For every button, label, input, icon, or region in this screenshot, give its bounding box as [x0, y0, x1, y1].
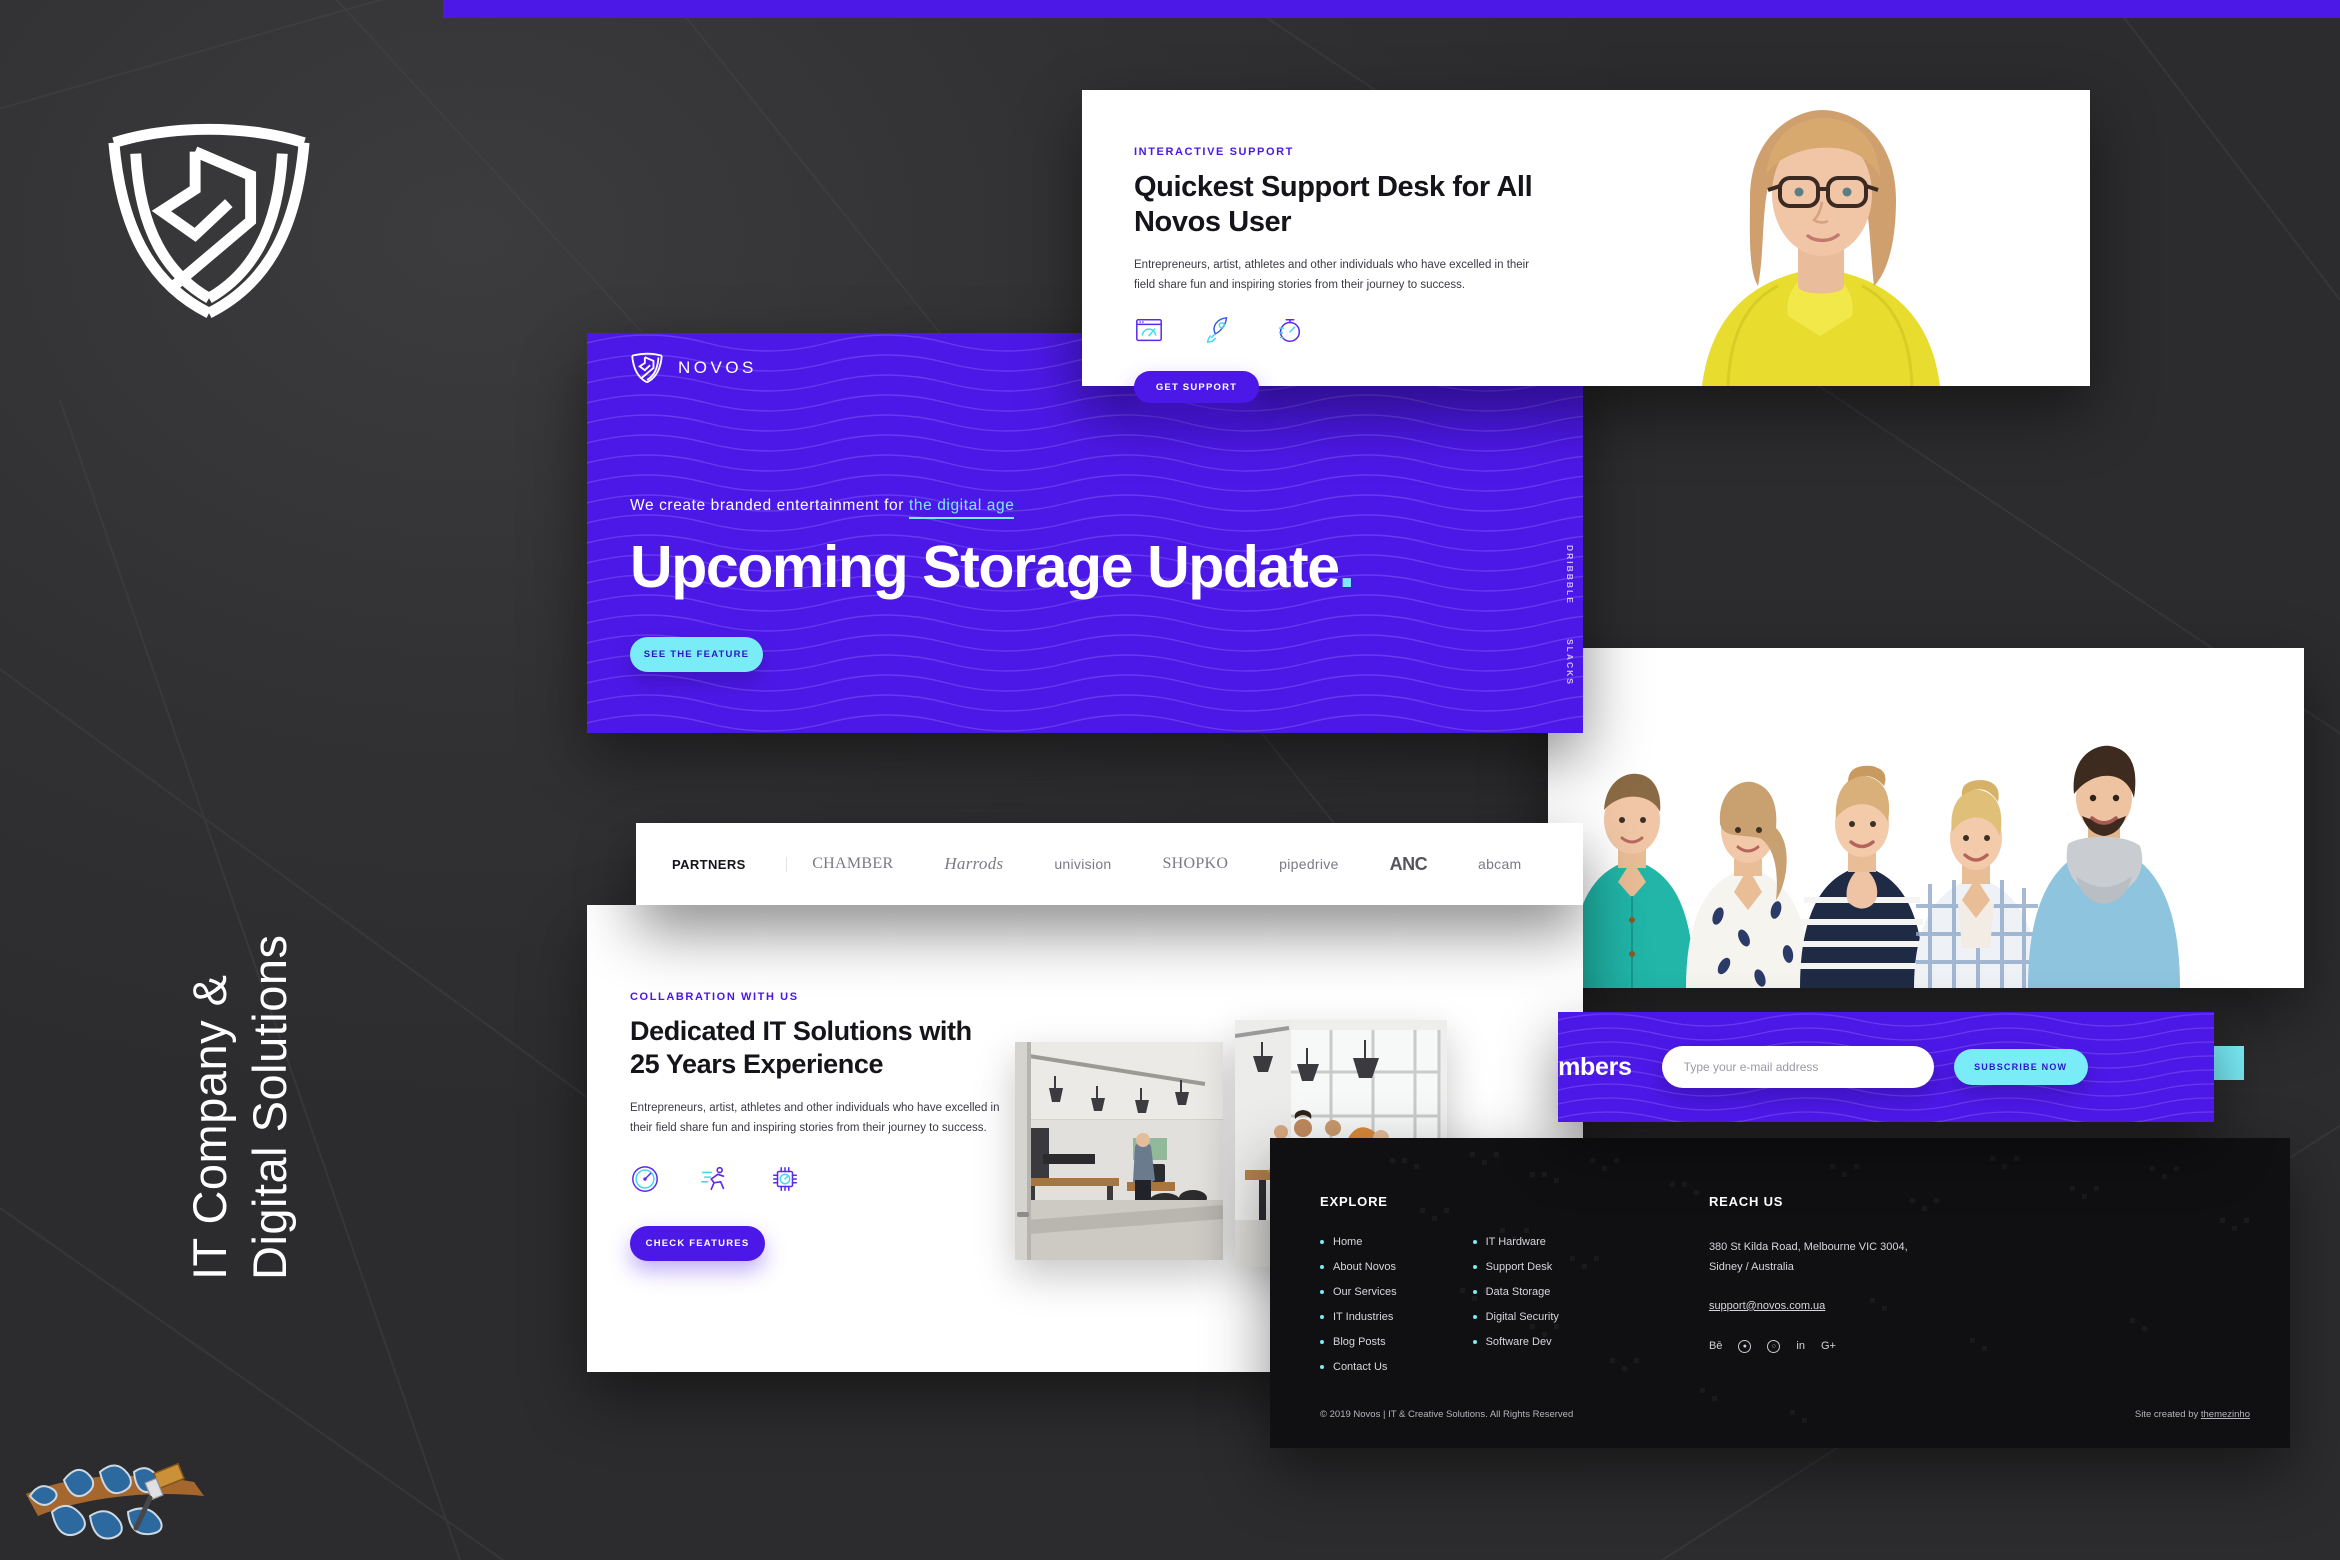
footer-link-blog-posts[interactable]: Blog Posts: [1320, 1337, 1397, 1348]
footer-link-contact-us[interactable]: Contact Us: [1320, 1362, 1397, 1373]
partner-logo-chamber[interactable]: CHAMBER: [812, 855, 893, 873]
hero-headline-dot: .: [1338, 534, 1355, 600]
social-link-dribbble[interactable]: DRIBBBLE: [1565, 545, 1575, 605]
gauge-icon[interactable]: [630, 1164, 660, 1194]
support-card-text: INTERACTIVE SUPPORT Quickest Support Des…: [1082, 90, 1552, 403]
partner-logo-shopko[interactable]: SHOPKO: [1162, 855, 1228, 873]
stopwatch-icon[interactable]: [1274, 315, 1304, 345]
see-the-feature-button[interactable]: SEE THE FEATURE: [630, 636, 763, 672]
support-eyebrow: INTERACTIVE SUPPORT: [1134, 146, 1294, 158]
footer-email-link[interactable]: support@novos.com.ua: [1709, 1300, 1825, 1312]
collaboration-icon-row: [630, 1164, 1007, 1194]
footer-bottom-bar: © 2019 Novos | IT & Creative Solutions. …: [1320, 1409, 2250, 1420]
googleplus-icon[interactable]: G+: [1821, 1340, 1836, 1352]
footer-social-row: Bē ● ○ in G+: [1709, 1339, 1908, 1353]
support-desk-card: INTERACTIVE SUPPORT Quickest Support Des…: [1082, 90, 2090, 403]
footer-credit-prefix: Site created by: [2134, 1409, 2201, 1420]
get-support-button[interactable]: GET SUPPORT: [1134, 371, 1259, 403]
support-paragraph: Entrepreneurs, artist, athletes and othe…: [1134, 258, 1530, 291]
partner-logo-abcam[interactable]: abcam: [1478, 856, 1522, 872]
footer-link-software-dev[interactable]: Software Dev: [1472, 1337, 1559, 1348]
newsletter-title: Members: [1558, 1052, 1632, 1081]
footer-reach-title: REACH US: [1708, 1194, 1784, 1209]
footer-link-digital-security[interactable]: Digital Security: [1472, 1312, 1559, 1323]
title-line-1: IT Company &: [182, 974, 236, 1280]
partner-logo-harrods[interactable]: Harrods: [944, 854, 1003, 874]
partners-bar: PARTNERS CHAMBER Harrods univision SHOPK…: [636, 823, 1583, 905]
top-accent-bar: [443, 0, 2340, 18]
linkedin-icon[interactable]: in: [1796, 1340, 1805, 1352]
footer-link-support-desk[interactable]: Support Desk: [1472, 1262, 1559, 1273]
subscribe-now-button[interactable]: SUBSCRIBE NOW: [1953, 1049, 2088, 1085]
rocket-icon[interactable]: [1204, 315, 1234, 345]
footer-explore-list-2: IT Hardware Support Desk Data Storage Di…: [1472, 1237, 1559, 1387]
dribbble-icon[interactable]: ●: [1738, 1339, 1752, 1353]
footer-reach-section: REACH US 380 St Kilda Road, Melbourne VI…: [1709, 1194, 1908, 1387]
newsletter-cyan-accent: [2214, 1046, 2244, 1080]
footer-columns: EXPLORE Home About Novos Our Services IT…: [1270, 1138, 2290, 1387]
footer-address-line-2: Sidney / Australia: [1708, 1261, 1794, 1274]
graphic-design-watermark: [8, 1442, 218, 1546]
footer-link-about-novos[interactable]: About Novos: [1320, 1262, 1397, 1273]
social-link-slacks[interactable]: SLACKS: [1565, 639, 1575, 686]
collaboration-text: COLLABRATION WITH US Dedicated IT Soluti…: [587, 905, 1007, 1372]
partner-logo-anc[interactable]: ANC: [1390, 854, 1428, 875]
hero-brand[interactable]: NOVOS: [630, 351, 757, 384]
hero-content: We create branded entertainment for the …: [630, 497, 1355, 672]
novos-shield-mark: [630, 351, 664, 384]
title-line-2: Digital Solutions: [243, 934, 296, 1280]
support-icon-row: [1134, 315, 1552, 345]
check-features-button[interactable]: CHECK FEATURES: [630, 1226, 765, 1262]
newsletter-bar: Members SUBSCRIBE NOW: [1558, 1012, 2214, 1122]
collaboration-eyebrow: COLLABRATION WITH US: [630, 991, 799, 1003]
support-heading: Quickest Support Desk for All Novos User: [1134, 171, 1533, 239]
dashboard-speed-icon[interactable]: [1134, 315, 1164, 345]
hero-headline-text: Upcoming Storage Update: [630, 534, 1340, 600]
novos-shield-logo: [100, 112, 318, 324]
woman-in-yellow-sweater-photo: [1552, 90, 2090, 386]
github-icon[interactable]: ○: [1767, 1339, 1781, 1353]
footer-link-it-industries[interactable]: IT Industries: [1320, 1312, 1397, 1323]
footer-credit-link[interactable]: themezinho: [2201, 1409, 2250, 1420]
presentation-title: IT Company & Digital Solutions: [120, 660, 360, 1280]
behance-icon[interactable]: Bē: [1709, 1340, 1722, 1352]
five-smiling-team-members-photo: [1548, 648, 2304, 988]
footer-link-it-hardware[interactable]: IT Hardware: [1472, 1237, 1559, 1248]
hero-brand-name: NOVOS: [678, 357, 757, 377]
hero-kicker: We create branded entertainment for the …: [630, 497, 1354, 519]
hero-kicker-accent[interactable]: the digital age: [908, 497, 1015, 519]
newsletter-email-input[interactable]: [1661, 1046, 1934, 1088]
team-photo-card: [1548, 648, 2304, 988]
footer-credit: Site created by themezinho: [2135, 1409, 2250, 1420]
footer-address-line-1: 380 St Kilda Road, Melbourne VIC 3004,: [1708, 1241, 1908, 1253]
partners-label: PARTNERS: [672, 856, 787, 872]
collaboration-paragraph: Entrepreneurs, artist, athletes and othe…: [630, 1101, 1000, 1135]
hero-kicker-prefix: We create branded entertainment for: [630, 497, 909, 514]
footer-explore-section: EXPLORE Home About Novos Our Services IT…: [1320, 1194, 1559, 1387]
collaboration-heading: Dedicated IT Solutions with 25 Years Exp…: [630, 1016, 972, 1080]
footer-explore-title: EXPLORE: [1320, 1194, 1388, 1209]
footer-link-home[interactable]: Home: [1320, 1237, 1397, 1248]
footer-link-our-services[interactable]: Our Services: [1320, 1287, 1397, 1298]
site-footer: EXPLORE Home About Novos Our Services IT…: [1270, 1138, 2290, 1448]
footer-link-data-storage[interactable]: Data Storage: [1472, 1287, 1559, 1298]
footer-explore-columns: Home About Novos Our Services IT Industr…: [1320, 1237, 1559, 1387]
footer-address: 380 St Kilda Road, Melbourne VIC 3004, S…: [1709, 1237, 1908, 1278]
partner-logo-pipedrive[interactable]: pipedrive: [1279, 856, 1339, 872]
running-man-icon[interactable]: [700, 1164, 730, 1194]
partners-logo-list: CHAMBER Harrods univision SHOPKO pipedri…: [787, 854, 1547, 875]
partner-logo-univision[interactable]: univision: [1054, 856, 1111, 872]
footer-copyright: © 2019 Novos | IT & Creative Solutions. …: [1320, 1409, 1574, 1420]
hero-social-links: DRIBBBLE SLACKS: [1565, 545, 1575, 686]
cpu-chip-icon[interactable]: [770, 1164, 800, 1194]
open-office-interior-photo: [1015, 1042, 1223, 1260]
presentation-canvas: IT Company & Digital Solutions INTERACTI…: [0, 0, 2340, 1560]
footer-explore-list-1: Home About Novos Our Services IT Industr…: [1320, 1237, 1397, 1387]
hero-headline: Upcoming Storage Update.: [630, 534, 1355, 600]
